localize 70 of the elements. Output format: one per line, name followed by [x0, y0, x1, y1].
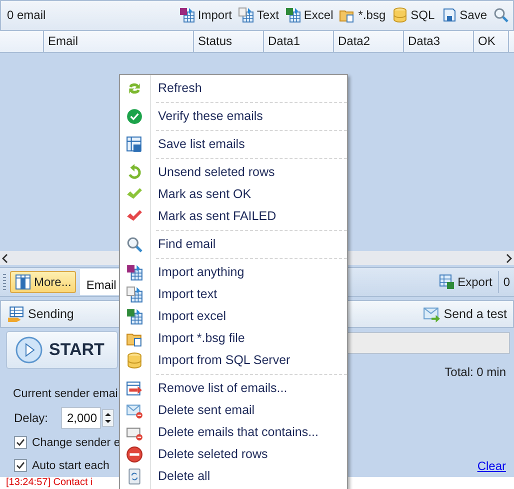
- export-button[interactable]: Export: [432, 274, 498, 290]
- table-remove-icon: [126, 380, 143, 396]
- menu-item[interactable]: Verify these emails: [120, 105, 347, 127]
- toolbar-button[interactable]: Import: [178, 7, 232, 24]
- database-icon: [392, 7, 408, 24]
- bin-icon: [126, 468, 143, 484]
- spreadsheet-import-icon: [126, 308, 143, 324]
- delay-field[interactable]: 2,000: [61, 407, 102, 429]
- envelope-arrow-icon: [422, 306, 440, 322]
- document-import-icon: [126, 286, 143, 302]
- column-header[interactable]: Status: [194, 30, 264, 52]
- document-import-icon: [238, 7, 254, 24]
- column-header[interactable]: Data3: [404, 30, 474, 52]
- menu-item[interactable]: Import excel: [120, 305, 347, 327]
- count-label: 0: [498, 271, 514, 294]
- menu-item[interactable]: Refresh: [120, 77, 347, 99]
- column-header[interactable]: OK: [474, 30, 509, 52]
- table-import-icon: [126, 264, 143, 280]
- spinner-arrows-icon[interactable]: [102, 409, 114, 427]
- menu-item[interactable]: Delete seleted rows: [120, 443, 347, 465]
- clear-link[interactable]: Clear: [477, 458, 506, 472]
- undo-icon: [126, 164, 143, 180]
- menu-item[interactable]: Mark as sent OK: [120, 183, 347, 205]
- table-hand-icon: [7, 306, 24, 322]
- toolbar-button[interactable]: *.bsg: [339, 7, 386, 24]
- more-button[interactable]: More...: [10, 271, 76, 294]
- menu-item[interactable]: Delete sent email: [120, 399, 347, 421]
- menu-item[interactable]: Import anything: [120, 261, 347, 283]
- sender-email-label: Current sender emai: [13, 387, 118, 402]
- start-button[interactable]: START: [6, 331, 118, 369]
- email-count: 0 email: [7, 8, 47, 22]
- toolbar-button[interactable]: SQL: [392, 7, 435, 24]
- toolbar-button[interactable]: Excel: [284, 7, 334, 24]
- search-button[interactable]: [493, 7, 509, 24]
- column-header[interactable]: Email: [44, 30, 194, 52]
- menu-item[interactable]: Remove list of emails...: [120, 377, 347, 399]
- scroll-right-icon[interactable]: [506, 254, 512, 263]
- menu-item[interactable]: Unsend seleted rows: [120, 161, 347, 183]
- toolbar-button[interactable]: Save: [440, 7, 487, 24]
- scroll-left-icon[interactable]: [2, 254, 8, 263]
- checkbox[interactable]: [14, 436, 27, 449]
- column-header[interactable]: Data1: [264, 30, 334, 52]
- toolbar-button[interactable]: Text: [238, 7, 279, 24]
- play-icon: [15, 336, 43, 364]
- menu-item[interactable]: Import text: [120, 283, 347, 305]
- menu-item[interactable]: Delete emails that contains...: [120, 421, 347, 443]
- check-circle-icon: [126, 108, 143, 124]
- search-icon: [126, 236, 143, 252]
- send-test-button[interactable]: Send a test: [420, 306, 509, 322]
- column-header[interactable]: Data2: [334, 30, 404, 52]
- spreadsheet-import-icon: [284, 7, 301, 24]
- checkbox-label: Auto start each: [32, 460, 110, 472]
- envelope-delete-icon: [126, 402, 143, 418]
- menu-item[interactable]: Import from SQL Server: [120, 349, 347, 371]
- menu-item[interactable]: Find email: [120, 233, 347, 255]
- save-icon: [440, 7, 457, 24]
- table-import-icon: [178, 7, 195, 24]
- total-time-label: Total: 0 min: [444, 365, 507, 381]
- menu-item[interactable]: Mark as sent FAILED: [120, 205, 347, 227]
- columns-icon: [15, 274, 31, 290]
- database-icon: [126, 352, 143, 368]
- no-entry-icon: [126, 446, 143, 462]
- menu-item[interactable]: Save list emails: [120, 133, 347, 155]
- checkbox[interactable]: [14, 459, 27, 472]
- delay-label: Delay:: [14, 411, 48, 425]
- save-icon: [126, 136, 143, 152]
- sending-button[interactable]: Sending: [5, 306, 76, 322]
- search-icon: [493, 7, 509, 24]
- menu-item[interactable]: Import *.bsg file: [120, 327, 347, 349]
- spreadsheet-export-icon: [438, 274, 455, 290]
